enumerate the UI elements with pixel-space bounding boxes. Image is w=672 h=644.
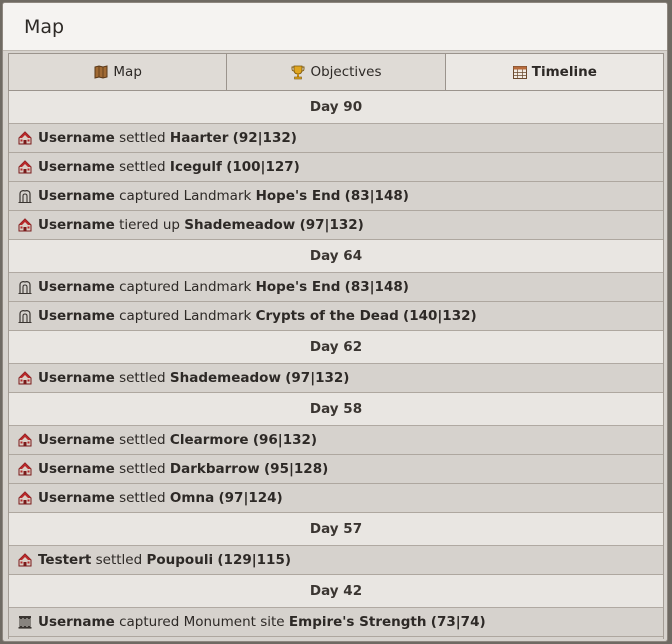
entry-user: Username <box>38 490 115 506</box>
settlement-icon <box>18 218 32 232</box>
timeline-entry: Username captured Monument site Empire's… <box>9 608 663 637</box>
entry-action: settled <box>119 461 166 477</box>
entry-coords[interactable]: (73|74) <box>431 614 486 630</box>
entry-target[interactable]: Hope's End <box>256 188 341 204</box>
day-header: Day 90 <box>9 91 663 124</box>
entry-coords[interactable]: (95|128) <box>264 461 328 477</box>
day-header: Day 62 <box>9 331 663 364</box>
entry-target[interactable]: Omna <box>170 490 214 506</box>
tab-objectives-label: Objectives <box>310 64 382 80</box>
entry-user: Username <box>38 279 115 295</box>
landmark-icon <box>18 281 32 294</box>
entry-target[interactable]: Poupouli <box>146 552 213 568</box>
landmark-icon <box>18 190 32 203</box>
entry-action: captured Landmark <box>119 279 252 295</box>
entry-user: Username <box>38 461 115 477</box>
day-header: Day 58 <box>9 393 663 426</box>
entry-user: Username <box>38 130 115 146</box>
entry-coords[interactable]: (96|132) <box>253 432 317 448</box>
tab-timeline[interactable]: Timeline <box>445 53 664 91</box>
calendar-icon <box>512 66 527 79</box>
entry-coords[interactable]: (129|115) <box>217 552 291 568</box>
settlement-icon <box>18 371 32 385</box>
entry-target[interactable]: Icegulf <box>170 159 222 175</box>
timeline-entry: Username tiered up Shademeadow (97|132) <box>9 211 663 240</box>
day-header: Day 42 <box>9 575 663 608</box>
entry-target[interactable]: Shademeadow <box>170 370 281 386</box>
entry-target[interactable]: Shademeadow <box>184 217 295 233</box>
timeline-entry: Username settled Darkbarrow (95|128) <box>9 455 663 484</box>
entry-action: settled <box>95 552 143 568</box>
settlement-icon <box>18 491 32 505</box>
entry-coords[interactable]: (100|127) <box>226 159 300 175</box>
day-header: Day 57 <box>9 513 663 546</box>
entry-user: Username <box>38 217 115 233</box>
entry-user: Testert <box>38 552 92 568</box>
window-title: Map <box>24 15 65 38</box>
entry-action: tiered up <box>119 217 180 233</box>
monument-icon <box>18 616 32 629</box>
entry-target[interactable]: Hope's End <box>256 279 341 295</box>
timeline-entry: Username settled Haarter (92|132) <box>9 124 663 153</box>
entry-coords[interactable]: (97|124) <box>218 490 282 506</box>
entry-user: Username <box>38 188 115 204</box>
scroll-map-icon <box>94 65 108 79</box>
settlement-icon <box>18 462 32 476</box>
tab-timeline-label: Timeline <box>531 64 597 80</box>
timeline-list[interactable]: Day 90 Username settled Haarter (92|132)… <box>8 91 664 639</box>
window-titlebar: Map <box>3 3 667 51</box>
entry-coords[interactable]: (97|132) <box>300 217 364 233</box>
entry-target[interactable]: Crypts of the Dead <box>256 308 399 324</box>
entry-coords[interactable]: (83|148) <box>345 279 409 295</box>
entry-action: settled <box>119 130 166 146</box>
entry-action: captured Monument site <box>119 614 285 630</box>
entry-action: settled <box>119 370 166 386</box>
entry-user: Username <box>38 159 115 175</box>
map-window: Map Map Objectives Timeline Day 90 Usern… <box>2 2 668 642</box>
tab-map[interactable]: Map <box>8 53 228 91</box>
timeline-entry: Username settled Omna (97|124) <box>9 484 663 513</box>
entry-action: captured Landmark <box>119 188 252 204</box>
timeline-entry: Username captured Landmark Hope's End (8… <box>9 182 663 211</box>
entry-coords[interactable]: (83|148) <box>345 188 409 204</box>
timeline-entry: Username captured Landmark Crypts of the… <box>9 302 663 331</box>
entry-user: Username <box>38 614 115 630</box>
tab-map-label: Map <box>113 64 142 80</box>
entry-coords[interactable]: (92|132) <box>233 130 297 146</box>
entry-action: settled <box>119 490 166 506</box>
landmark-icon <box>18 310 32 323</box>
entry-target[interactable]: Clearmore <box>170 432 249 448</box>
entry-user: Username <box>38 308 115 324</box>
tab-bar: Map Objectives Timeline <box>8 53 664 91</box>
entry-coords[interactable]: (140|132) <box>403 308 477 324</box>
entry-action: settled <box>119 432 166 448</box>
trophy-icon <box>292 65 305 80</box>
settlement-icon <box>18 160 32 174</box>
tab-objectives[interactable]: Objectives <box>227 53 446 91</box>
settlement-icon <box>18 433 32 447</box>
entry-action: captured Landmark <box>119 308 252 324</box>
timeline-entry: Username settled Shademeadow (97|132) <box>9 364 663 393</box>
settlement-icon <box>18 131 32 145</box>
entry-action: settled <box>119 159 166 175</box>
entry-target[interactable]: Darkbarrow <box>170 461 260 477</box>
settlement-icon <box>18 553 32 567</box>
day-header: Day 64 <box>9 240 663 273</box>
entry-user: Username <box>38 370 115 386</box>
timeline-entry: Username captured Landmark Hope's End (8… <box>9 273 663 302</box>
entry-target[interactable]: Empire's Strength <box>289 614 427 630</box>
timeline-entry: Testert settled Poupouli (129|115) <box>9 546 663 575</box>
entry-target[interactable]: Haarter <box>170 130 228 146</box>
entry-coords[interactable]: (97|132) <box>285 370 349 386</box>
timeline-entry: Username settled Icegulf (100|127) <box>9 153 663 182</box>
timeline-entry: Username settled Clearmore (96|132) <box>9 426 663 455</box>
entry-user: Username <box>38 432 115 448</box>
